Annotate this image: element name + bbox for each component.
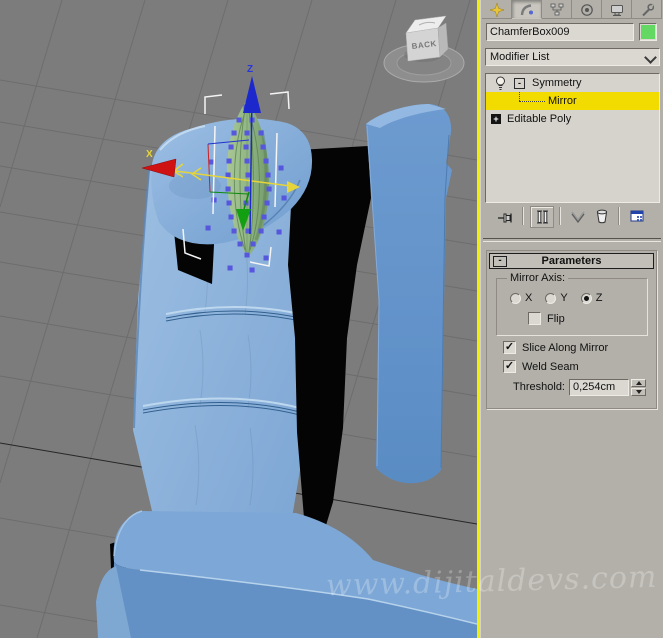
weld-seam-row[interactable]: ✓ Weld Seam <box>503 360 579 373</box>
pin-stack-button[interactable] <box>494 206 516 226</box>
viewport-3d-scene[interactable]: X Z BACK <box>0 0 477 638</box>
threshold-input[interactable]: 0,254cm <box>569 379 629 396</box>
slice-along-mirror-label: Slice Along Mirror <box>522 341 609 354</box>
stack-item-symmetry[interactable]: - Symmetry <box>486 74 659 92</box>
toolbar-separator <box>618 207 619 225</box>
slice-along-mirror-checkbox[interactable]: ✓ <box>503 341 516 354</box>
object-name-field[interactable]: ChamferBox009 <box>486 23 634 41</box>
weld-seam-checkbox[interactable]: ✓ <box>503 360 516 373</box>
radio-axis-z[interactable]: Z <box>580 292 603 304</box>
mirror-axis-radios: X Y Z <box>510 292 615 304</box>
object-color-swatch[interactable] <box>639 23 657 41</box>
make-unique-button[interactable] <box>567 206 589 226</box>
radio-axis-x[interactable]: X <box>510 292 532 304</box>
spinner-down-button[interactable] <box>631 388 646 396</box>
show-end-result-button[interactable] <box>530 206 554 228</box>
radio-axis-y[interactable]: Y <box>545 292 568 304</box>
panel-separator <box>483 238 661 242</box>
utilities-icon <box>641 3 654 17</box>
tab-display[interactable] <box>602 0 632 19</box>
axis-z-label: Z <box>247 64 253 75</box>
configure-modifier-sets-button[interactable] <box>626 206 648 226</box>
collapse-expander[interactable]: - <box>514 78 525 89</box>
arrow-up-icon <box>635 381 642 385</box>
axis-x-label: X <box>146 149 153 160</box>
rollout-collapse-button[interactable]: - <box>493 256 507 267</box>
toolbar-separator <box>522 207 523 225</box>
flip-label: Flip <box>547 312 565 325</box>
flip-checkbox-row[interactable]: Flip <box>528 312 565 325</box>
motion-icon <box>580 4 593 16</box>
tree-connector <box>519 101 545 102</box>
command-panel: ChamferBox009 Modifier List - Symmetry M… <box>481 0 663 638</box>
tab-hierarchy[interactable] <box>542 0 572 19</box>
radio-x-circle[interactable] <box>510 292 521 304</box>
slice-along-mirror-row[interactable]: ✓ Slice Along Mirror <box>503 341 608 354</box>
perspective-viewport[interactable]: X Z BACK <box>0 0 477 638</box>
tab-modify[interactable] <box>512 0 542 19</box>
create-icon <box>489 3 504 17</box>
lightbulb-icon[interactable] <box>494 76 507 90</box>
weld-seam-label: Weld Seam <box>522 360 579 373</box>
radio-y-label: Y <box>560 292 568 304</box>
trash-icon <box>596 209 608 224</box>
object-color-chip <box>641 25 655 39</box>
flip-checkbox[interactable] <box>528 312 541 325</box>
parameters-rollout: - Parameters Mirror Axis: X Y Z Flip ✓ S… <box>486 250 657 409</box>
radio-y-circle[interactable] <box>545 292 557 304</box>
modifier-stack-toolbar <box>485 205 660 228</box>
radio-x-label: X <box>525 292 533 304</box>
configure-modifier-sets-icon <box>630 210 644 222</box>
radio-z-circle[interactable] <box>580 292 592 304</box>
spinner-up-button[interactable] <box>631 379 646 387</box>
display-icon <box>610 5 623 16</box>
rollout-title-label: Parameters <box>541 255 602 267</box>
threshold-spinner <box>631 379 646 396</box>
3ds-max-window: X Z BACK ChamferBox009 Modifier List - S… <box>0 0 663 638</box>
stack-item-label: Editable Poly <box>507 113 572 125</box>
tab-create[interactable] <box>482 0 512 19</box>
toolbar-separator <box>559 207 560 225</box>
command-panel-tabs <box>482 0 662 19</box>
tab-motion[interactable] <box>572 0 602 19</box>
rollout-title-bar[interactable]: - Parameters <box>489 253 654 269</box>
make-unique-icon <box>571 211 585 224</box>
radio-z-label: Z <box>595 292 603 304</box>
modifier-list-label: Modifier List <box>490 51 550 63</box>
tab-utilities[interactable] <box>632 0 662 19</box>
show-end-result-icon <box>537 210 548 224</box>
mirror-axis-group-title: Mirror Axis: <box>507 272 568 284</box>
modifier-stack: - Symmetry Mirror + Editable Poly <box>485 73 660 203</box>
expand-plus-icon[interactable]: + <box>491 114 501 124</box>
stack-item-editable-poly[interactable]: + Editable Poly <box>486 110 659 128</box>
modifier-list-dropdown[interactable]: Modifier List <box>485 48 660 66</box>
stack-item-label: Symmetry <box>532 77 582 89</box>
stack-item-mirror-selected[interactable]: Mirror <box>486 92 659 110</box>
pin-stack-icon <box>498 213 512 223</box>
mirror-axis-group: Mirror Axis: X Y Z Flip <box>496 272 648 336</box>
threshold-label: Threshold: <box>513 381 565 393</box>
threshold-row: Threshold: 0,254cm <box>487 379 656 397</box>
stack-item-label: Mirror <box>548 95 577 107</box>
tree-connector <box>519 92 520 101</box>
arrow-down-icon <box>635 390 642 394</box>
remove-modifier-button[interactable] <box>591 206 613 226</box>
hierarchy-icon <box>550 3 563 16</box>
modify-icon <box>520 4 533 16</box>
chevron-down-icon <box>644 51 657 64</box>
